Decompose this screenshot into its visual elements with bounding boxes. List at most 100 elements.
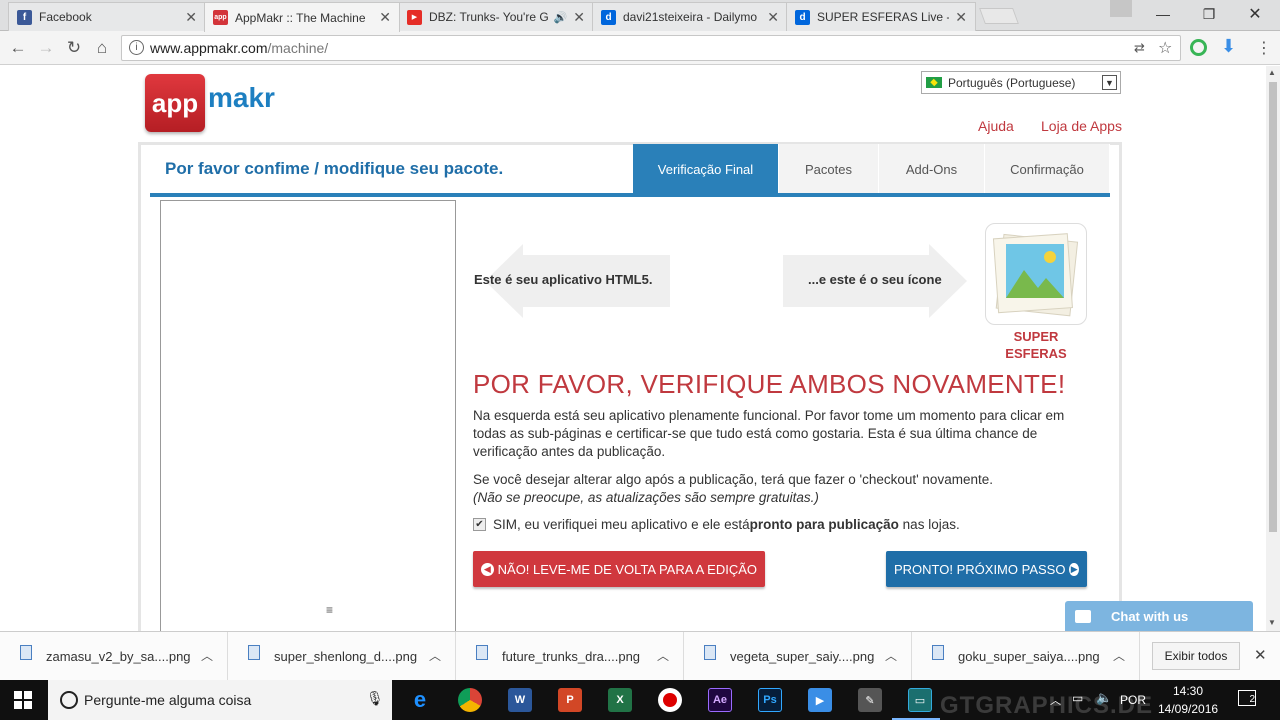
logo-makr-text: makr: [208, 82, 275, 113]
extension-icon[interactable]: [1190, 39, 1207, 56]
tab-appmakr[interactable]: app AppMakr :: The Machine ✕: [204, 2, 400, 32]
brazil-flag-icon: [926, 77, 942, 88]
download-filename: goku_super_saiya....png: [958, 649, 1100, 664]
restore-icon[interactable]: ❐: [1186, 0, 1232, 28]
tab-super-esferas[interactable]: d SUPER ESFERAS Live - Vi ✕: [786, 2, 976, 31]
tab-add-ons[interactable]: Add-Ons: [879, 144, 985, 194]
download-item[interactable]: vegeta_super_saiy....png ︿: [684, 632, 912, 681]
edge-icon[interactable]: e: [408, 687, 432, 712]
cortana-search-box[interactable]: Pergunte-me alguma coisa 🎙: [48, 680, 392, 720]
download-extension-icon[interactable]: ⬇: [1221, 36, 1236, 57]
powerpoint-icon[interactable]: P: [558, 688, 582, 712]
cortana-icon: [60, 691, 78, 709]
minimize-icon[interactable]: —: [1140, 0, 1186, 28]
new-tab-button[interactable]: [979, 8, 1019, 24]
input-language[interactable]: POR: [1120, 693, 1146, 707]
translate-icon[interactable]: ⇄: [1134, 40, 1145, 56]
logo[interactable]: app: [145, 74, 205, 132]
free-updates-note: (Não se preocupe, as atualizações são se…: [473, 490, 819, 505]
close-icon[interactable]: ✕: [185, 9, 197, 26]
image-file-icon: [248, 645, 260, 660]
language-select[interactable]: Português (Portuguese) ▼: [921, 71, 1121, 94]
scroll-thumb[interactable]: [1269, 82, 1277, 532]
next-step-button[interactable]: PRONTO! PRÓXIMO PASSO ▶: [886, 551, 1087, 587]
hamburger-menu-icon[interactable]: ≡: [326, 603, 333, 617]
profile-icon[interactable]: [1110, 0, 1132, 17]
star-icon[interactable]: ☆: [1158, 38, 1172, 58]
download-item[interactable]: zamasu_v2_by_sa....png ︿: [0, 632, 228, 681]
speaker-icon[interactable]: 🔊: [554, 11, 568, 24]
chevron-up-icon[interactable]: ︿: [429, 647, 441, 664]
photoshop-icon[interactable]: Ps: [758, 688, 782, 712]
address-host: www.appmakr.com: [150, 40, 268, 56]
dailymotion-icon: d: [601, 9, 616, 25]
excel-icon[interactable]: X: [608, 688, 632, 712]
close-icon[interactable]: ✕: [955, 9, 967, 26]
step-tabs: Verificação Final Pacotes Add-Ons Confir…: [633, 144, 1110, 194]
tray-chevron-icon[interactable]: ︿: [1050, 692, 1061, 708]
image-file-icon: [20, 645, 32, 660]
window-close-icon[interactable]: ✕: [1232, 0, 1278, 28]
chevron-up-icon[interactable]: ︿: [885, 647, 897, 664]
verify-heading: POR FAVOR, VERIFIQUE AMBOS NOVAMENTE!: [473, 369, 1066, 399]
forward-icon[interactable]: →: [35, 37, 57, 59]
search-placeholder: Pergunte-me alguma coisa: [84, 692, 252, 708]
chevron-up-icon[interactable]: ︿: [1113, 647, 1125, 664]
word-icon[interactable]: W: [508, 688, 532, 712]
network-icon[interactable]: ▭: [1072, 691, 1083, 705]
download-item[interactable]: super_shenlong_d....png ︿: [228, 632, 456, 681]
help-link[interactable]: Ajuda: [978, 118, 1014, 134]
home-icon[interactable]: ⌂: [91, 37, 113, 59]
app-store-link[interactable]: Loja de Apps: [1041, 118, 1122, 134]
tab-title: AppMakr :: The Machine: [235, 10, 366, 25]
close-icon[interactable]: ✕: [767, 9, 779, 26]
page-scrollbar[interactable]: ▲ ▼: [1266, 66, 1280, 631]
info-icon[interactable]: i: [129, 40, 144, 55]
windows-taskbar: Pergunte-me alguma coisa 🎙 e W P X Ae Ps…: [0, 680, 1280, 720]
windows-start-icon[interactable]: [14, 691, 32, 709]
clock-time[interactable]: 14:30: [1158, 684, 1218, 698]
close-icon[interactable]: ✕: [379, 9, 391, 26]
chevron-down-icon[interactable]: ▼: [1102, 75, 1117, 90]
chevron-up-icon[interactable]: ︿: [657, 647, 669, 664]
download-item[interactable]: future_trunks_dra....png ︿: [456, 632, 684, 681]
chevron-up-icon[interactable]: ︿: [201, 647, 213, 664]
after-effects-icon[interactable]: Ae: [708, 688, 732, 712]
confirm-checkbox[interactable]: ✔: [473, 518, 486, 531]
address-bar[interactable]: i www.appmakr.com/machine/ ⇄ ☆: [121, 35, 1181, 61]
image-file-icon: [476, 645, 488, 660]
notification-count: 2: [1249, 694, 1255, 705]
back-icon[interactable]: ←: [7, 37, 29, 59]
browser-toolbar: ← → ↻ ⌂ i www.appmakr.com/machine/ ⇄ ☆ ⬇…: [0, 31, 1280, 65]
remote-desktop-icon[interactable]: ▭: [908, 688, 932, 712]
downloads-bar: zamasu_v2_by_sa....png ︿ super_shenlong_d…: [0, 631, 1280, 681]
show-all-downloads-button[interactable]: Exibir todos: [1152, 642, 1240, 670]
tab-dailymotion[interactable]: d davi21steixeira - Dailymo ✕: [592, 2, 788, 31]
close-downloads-icon[interactable]: ✕: [1254, 646, 1267, 664]
volume-icon[interactable]: 🔈: [1096, 690, 1112, 706]
chat-widget[interactable]: Chat with us: [1065, 601, 1253, 631]
notifications-icon[interactable]: 2: [1238, 690, 1256, 706]
tab-facebook[interactable]: f Facebook ✕: [8, 2, 206, 31]
scroll-up-icon[interactable]: ▲: [1268, 68, 1276, 77]
app-preview-frame[interactable]: ≡: [160, 200, 456, 631]
tab-confirmation[interactable]: Confirmação: [985, 144, 1110, 194]
chat-label: Chat with us: [1111, 608, 1189, 624]
tab-strip: f Facebook ✕ app AppMakr :: The Machine …: [0, 0, 1280, 32]
scroll-down-icon[interactable]: ▼: [1268, 618, 1276, 627]
back-to-edit-button[interactable]: ◀ NÃO! LEVE-ME DE VOLTA PARA A EDIÇÃO: [473, 551, 765, 587]
download-item[interactable]: goku_super_saiya....png ︿: [912, 632, 1140, 681]
media-player-icon[interactable]: ▶: [808, 688, 832, 712]
tab-packages[interactable]: Pacotes: [779, 144, 879, 194]
chrome-icon[interactable]: [458, 688, 482, 712]
menu-icon[interactable]: ⋮: [1256, 38, 1272, 58]
tab-youtube[interactable]: ▶ DBZ: Trunks- You're G 🔊 ✕: [398, 2, 594, 31]
close-icon[interactable]: ✕: [573, 9, 585, 26]
clock-date[interactable]: 14/09/2016: [1158, 702, 1218, 716]
reload-icon[interactable]: ↻: [63, 37, 85, 59]
arrow-right-circle-icon: ▶: [1069, 562, 1079, 576]
microphone-icon[interactable]: 🎙: [366, 690, 384, 707]
tab-final-verification[interactable]: Verificação Final: [633, 144, 779, 194]
tools-icon[interactable]: ✎: [858, 688, 882, 712]
record-icon[interactable]: [658, 688, 682, 712]
